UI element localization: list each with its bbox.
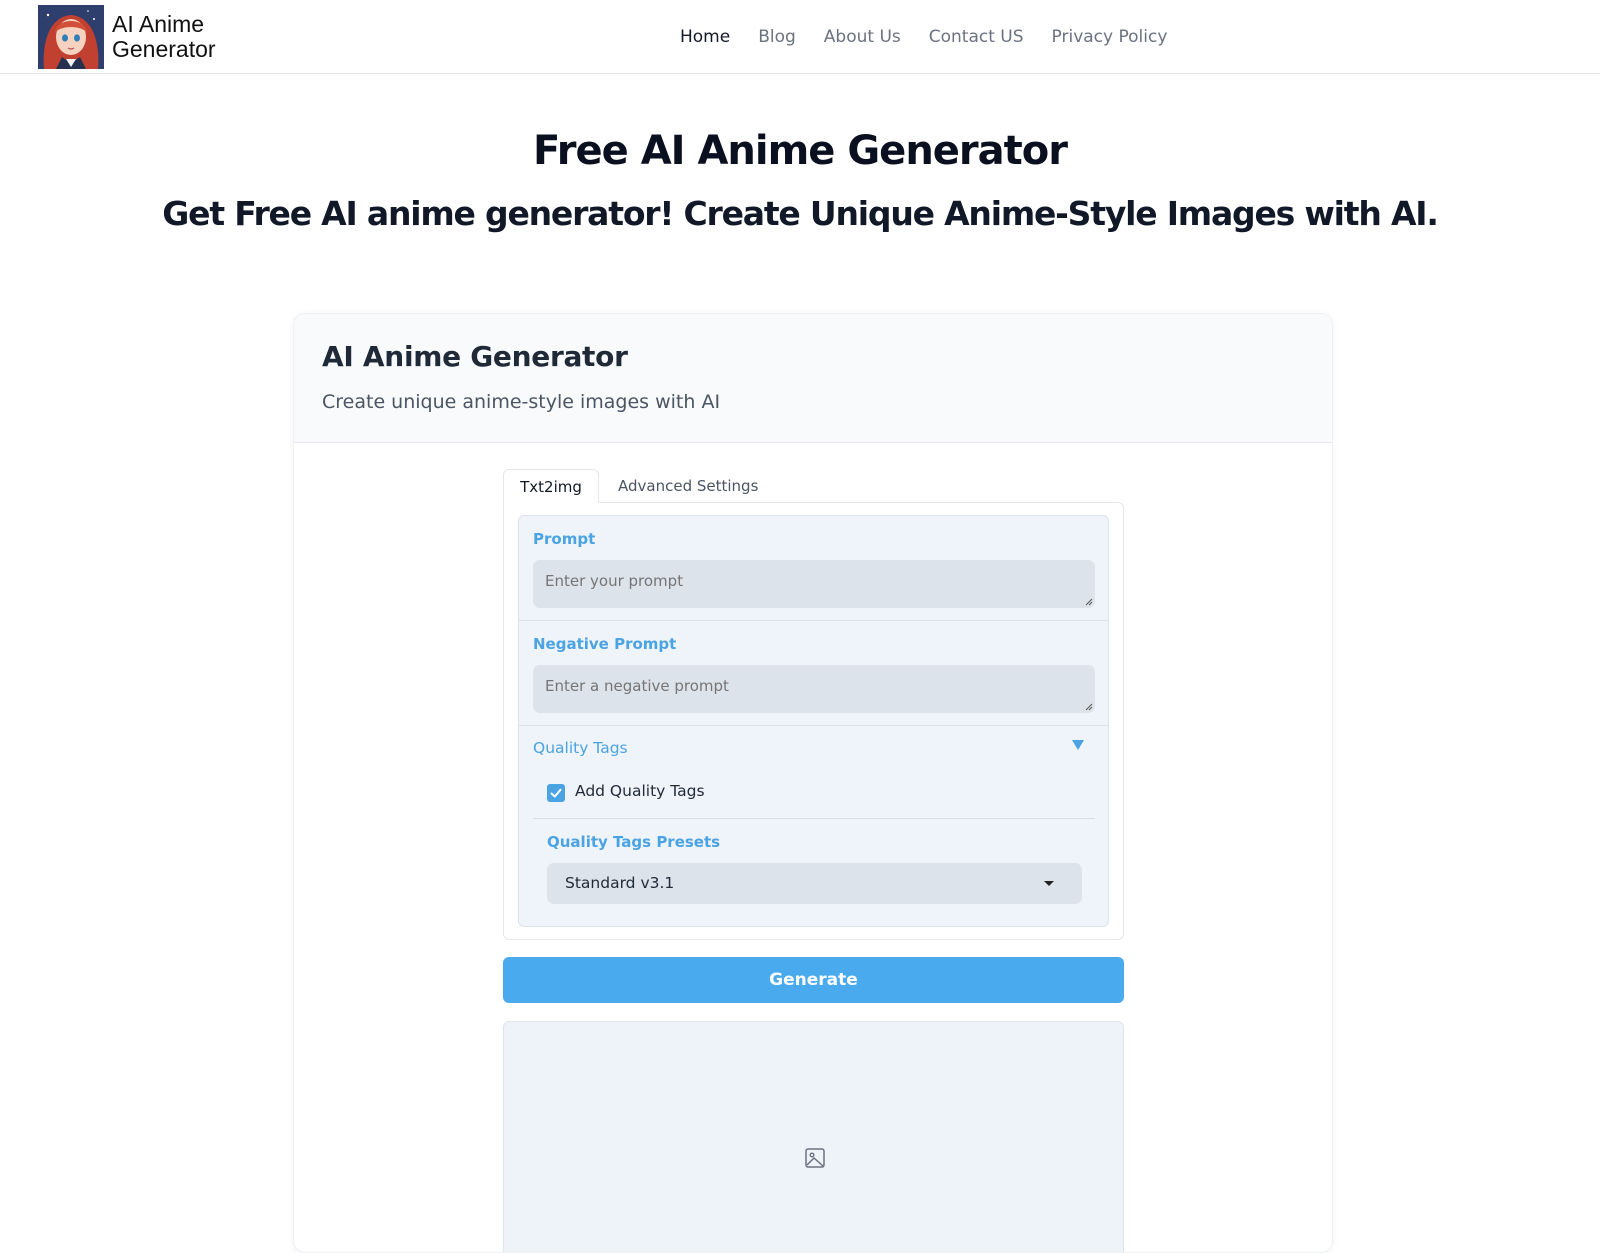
resize-grip-icon[interactable] bbox=[1083, 596, 1093, 606]
quality-tags-presets-label: Quality Tags Presets bbox=[547, 833, 721, 851]
logo-link[interactable]: AI Anime Generator bbox=[38, 5, 216, 69]
divider bbox=[519, 620, 1108, 621]
tab-bar: Txt2img Advanced Settings bbox=[503, 469, 1124, 503]
nav-privacy-policy[interactable]: Privacy Policy bbox=[1052, 25, 1168, 49]
quality-tags-presets-select[interactable]: Standard v3.1 bbox=[547, 863, 1082, 904]
image-output-area bbox=[503, 1021, 1124, 1252]
form-panel: Prompt Negative Prompt Quality Tags Add … bbox=[518, 515, 1109, 927]
negative-prompt-label: Negative Prompt bbox=[533, 635, 677, 653]
nav-contact-us[interactable]: Contact US bbox=[929, 25, 1024, 49]
negative-prompt-input[interactable] bbox=[533, 665, 1095, 713]
generator-card: AI Anime Generator Create unique anime-s… bbox=[293, 313, 1333, 1253]
logo-text: AI Anime Generator bbox=[112, 12, 216, 62]
add-quality-tags-label[interactable]: Add Quality Tags bbox=[575, 782, 705, 800]
generate-button[interactable]: Generate bbox=[503, 957, 1124, 1003]
hero-title: Free AI Anime Generator bbox=[533, 128, 1068, 174]
card-title: AI Anime Generator bbox=[322, 340, 628, 373]
card-description: Create unique anime-style images with AI bbox=[322, 391, 721, 413]
quality-tags-toggle[interactable]: Quality Tags bbox=[533, 739, 628, 757]
tab-advanced-settings[interactable]: Advanced Settings bbox=[618, 469, 758, 503]
nav-about-us[interactable]: About Us bbox=[824, 25, 901, 49]
site-header: AI Anime Generator Home Blog About Us Co… bbox=[0, 0, 1600, 74]
logo-text-line1: AI Anime bbox=[112, 11, 205, 37]
add-quality-tags-checkbox[interactable] bbox=[547, 784, 565, 802]
checkmark-icon bbox=[550, 788, 562, 798]
selected-preset: Standard v3.1 bbox=[565, 874, 675, 892]
logo-image-icon bbox=[38, 5, 104, 69]
main-nav: Home Blog About Us Contact US Privacy Po… bbox=[680, 25, 1195, 49]
prompt-label: Prompt bbox=[533, 530, 596, 548]
nav-home[interactable]: Home bbox=[680, 25, 730, 49]
divider bbox=[519, 725, 1108, 726]
divider bbox=[533, 818, 1095, 819]
caret-down-icon bbox=[1044, 881, 1054, 886]
nav-blog[interactable]: Blog bbox=[758, 25, 796, 49]
image-placeholder-icon bbox=[805, 1148, 825, 1168]
prompt-input[interactable] bbox=[533, 560, 1095, 608]
hero-subtitle: Get Free AI anime generator! Create Uniq… bbox=[162, 194, 1439, 233]
card-header: AI Anime Generator Create unique anime-s… bbox=[294, 314, 1332, 443]
tab-panel: Prompt Negative Prompt Quality Tags Add … bbox=[503, 502, 1124, 940]
logo-text-line2: Generator bbox=[112, 36, 216, 62]
triangle-down-icon[interactable] bbox=[1070, 736, 1086, 752]
resize-grip-icon[interactable] bbox=[1083, 701, 1093, 711]
tab-txt2img[interactable]: Txt2img bbox=[503, 469, 599, 503]
